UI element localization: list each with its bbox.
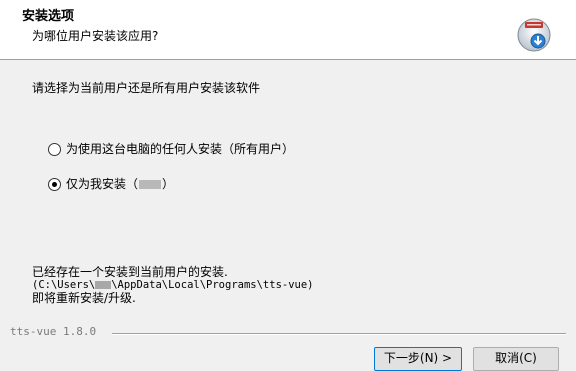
redacted-path-username xyxy=(95,281,112,289)
page-title: 安装选项 xyxy=(22,9,75,24)
installer-disk-icon xyxy=(517,18,551,52)
current-user-option[interactable]: 仅为我安装（） xyxy=(48,175,174,193)
existing-install-info: 已经存在一个安装到当前用户的安装. (C:\Users\ \AppData\Loc… xyxy=(32,266,314,305)
all-users-label: 为使用这台电脑的任何人安装（所有用户） xyxy=(66,142,295,156)
info-line-3: 即将重新安装/升级. xyxy=(32,291,136,305)
cancel-button[interactable]: 取消(C) xyxy=(473,347,559,371)
page-subtitle: 为哪位用户安装该应用? xyxy=(32,29,159,43)
branding-text: tts-vue 1.8.0 xyxy=(10,325,97,338)
next-button[interactable]: 下一步(N) > xyxy=(374,347,462,371)
all-users-radio[interactable] xyxy=(48,142,61,156)
current-user-radio[interactable] xyxy=(48,177,61,191)
footer-divider xyxy=(112,333,566,334)
info-line-1: 已经存在一个安装到当前用户的安装. xyxy=(32,265,228,279)
current-user-label: 仅为我安装（） xyxy=(66,177,175,191)
instruction-text: 请选择为当前用户还是所有用户安装该软件 xyxy=(32,81,261,95)
all-users-option[interactable]: 为使用这台电脑的任何人安装（所有用户） xyxy=(48,140,294,158)
redacted-username xyxy=(139,180,162,189)
header-panel: 安装选项 为哪位用户安装该应用? xyxy=(0,0,576,60)
